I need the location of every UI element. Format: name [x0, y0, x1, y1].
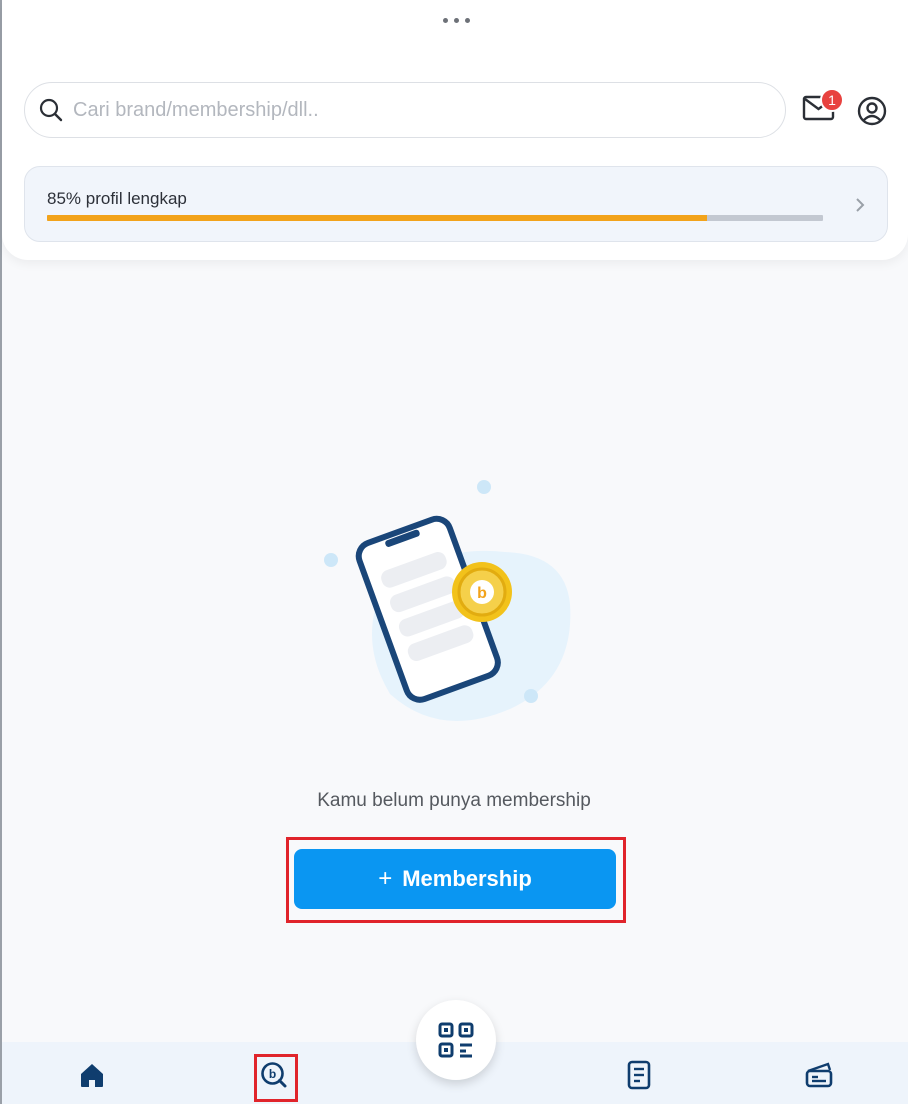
coin-icon: b: [452, 562, 512, 622]
search-icon: [37, 96, 65, 124]
qr-scan-button[interactable]: [416, 1000, 496, 1080]
header: 1 85% profil lengkap: [2, 0, 908, 260]
add-membership-label: Membership: [402, 866, 532, 891]
empty-membership-illustration: b: [320, 474, 590, 736]
notification-badge: 1: [820, 88, 844, 112]
more-dots-icon[interactable]: [443, 18, 470, 23]
plus-icon: +: [378, 865, 393, 892]
profile-progress-bar: [47, 215, 823, 221]
svg-text:b: b: [269, 1067, 276, 1081]
add-membership-button[interactable]: + Membership: [294, 849, 616, 909]
search-input[interactable]: [73, 98, 753, 122]
profile-completion-card[interactable]: 85% profil lengkap: [24, 166, 888, 242]
voucher-icon[interactable]: [804, 1060, 834, 1090]
receipt-icon[interactable]: [624, 1060, 654, 1090]
qr-scan-icon: [438, 1022, 474, 1058]
explore-icon[interactable]: b: [259, 1060, 289, 1090]
empty-state-message: Kamu belum punya membership: [317, 790, 591, 811]
search-bar[interactable]: [24, 82, 786, 138]
profile-progress-fill: [47, 215, 707, 221]
user-icon[interactable]: [856, 95, 888, 127]
svg-text:b: b: [477, 585, 487, 602]
profile-completion-text: 85% profil lengkap: [47, 189, 187, 208]
chevron-right-icon: [853, 195, 867, 215]
home-icon[interactable]: [77, 1060, 107, 1090]
